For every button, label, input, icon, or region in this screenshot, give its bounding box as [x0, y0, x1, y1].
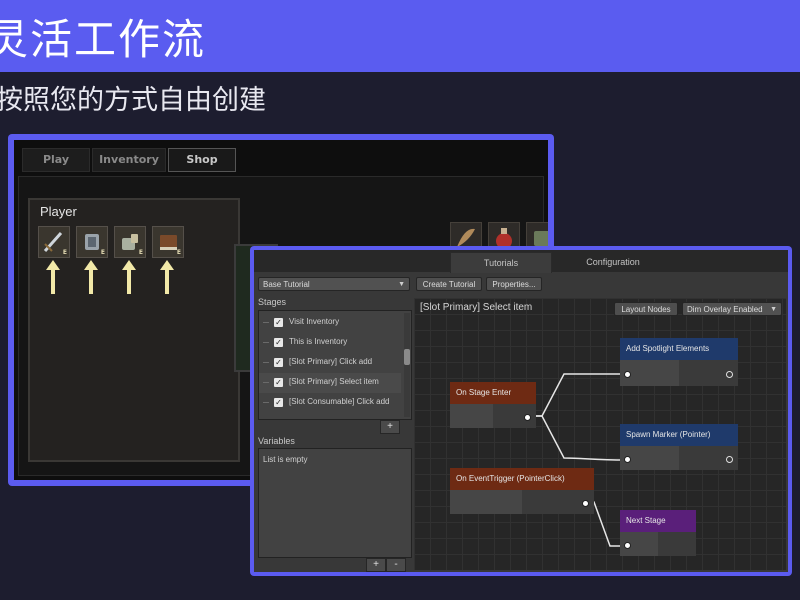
stages-label: Stages — [258, 297, 287, 307]
node-body — [620, 532, 696, 556]
tab-configuration[interactable]: Configuration — [554, 252, 672, 272]
node-title: On EventTrigger (PointerClick) — [450, 468, 594, 490]
add-stage-button[interactable]: + — [380, 420, 400, 434]
stage-item[interactable]: ✓ This is Inventory — [259, 333, 401, 353]
create-tutorial-button[interactable]: Create Tutorial — [416, 277, 482, 291]
variables-label: Variables — [258, 436, 295, 446]
checkbox-checked-icon[interactable]: ✓ — [274, 338, 283, 347]
stages-list: ✓ Visit Inventory ✓ This is Inventory ✓ … — [258, 310, 412, 420]
stages-scrollbar[interactable] — [404, 313, 410, 417]
variables-empty-text: List is empty — [263, 455, 308, 464]
checkbox-checked-icon[interactable]: ✓ — [274, 398, 283, 407]
output-port[interactable] — [582, 500, 589, 507]
game-tabbar: Play Inventory Shop — [22, 148, 236, 172]
equip-slot-chest[interactable]: E — [76, 226, 108, 258]
node-add-spotlight-elements[interactable]: Add Spotlight Elements — [620, 338, 738, 386]
node-next-stage[interactable]: Next Stage — [620, 510, 696, 556]
player-panel: Player E E E E — [28, 198, 240, 462]
editor-tabbar: Tutorials Configuration — [254, 250, 788, 273]
stage-label: [Slot Primary] Click add — [289, 357, 373, 366]
node-title: On Stage Enter — [450, 382, 536, 404]
equip-slot-book[interactable]: E — [152, 226, 184, 258]
checkbox-checked-icon[interactable]: ✓ — [274, 378, 283, 387]
node-on-event-trigger[interactable]: On EventTrigger (PointerClick) — [450, 468, 594, 514]
scrollbar-thumb[interactable] — [404, 349, 410, 365]
equip-slot-weapon[interactable]: E — [38, 226, 70, 258]
node-on-stage-enter[interactable]: On Stage Enter — [450, 382, 536, 428]
output-port[interactable] — [726, 456, 733, 463]
tree-connector — [263, 402, 269, 403]
arrow-up-icon — [160, 260, 174, 294]
equip-slot-hands[interactable]: E — [114, 226, 146, 258]
player-title: Player — [40, 204, 77, 219]
node-body — [620, 360, 738, 386]
tree-connector — [263, 362, 269, 363]
slide-subtitle: 按照您的方式自由创建 — [0, 85, 266, 116]
tab-inventory[interactable]: Inventory — [92, 148, 166, 172]
add-variable-button[interactable]: + — [366, 558, 386, 572]
output-port[interactable] — [524, 414, 531, 421]
remove-variable-button[interactable]: - — [386, 558, 406, 572]
stage-label: [Slot Primary] Select item — [289, 377, 379, 386]
slide-title: 灵活工作流 — [0, 15, 207, 64]
tree-connector — [263, 322, 269, 323]
equipped-badge: E — [100, 249, 105, 256]
stage-item[interactable]: ✓ Visit Inventory — [259, 313, 401, 333]
stage-item-selected[interactable]: ✓ [Slot Primary] Select item — [259, 373, 401, 393]
input-port[interactable] — [624, 456, 631, 463]
node-graph-canvas[interactable]: [Slot Primary] Select item Layout Nodes … — [414, 298, 786, 570]
equipped-badge: E — [62, 249, 67, 256]
stage-label: This is Inventory — [289, 337, 348, 346]
equipped-badge: E — [176, 249, 181, 256]
checkbox-checked-icon[interactable]: ✓ — [274, 318, 283, 327]
tab-tutorials[interactable]: Tutorials — [450, 252, 552, 273]
stage-item[interactable]: ✓ [Slot Consumable] Click add — [259, 393, 401, 413]
tree-connector — [263, 382, 269, 383]
stage-item[interactable]: ✓ [Slot Primary] Click add — [259, 353, 401, 373]
stage-label: [Slot Consumable] Click add — [289, 397, 390, 406]
properties-button[interactable]: Properties... — [486, 277, 542, 291]
chevron-down-icon: ▼ — [398, 281, 405, 288]
tutorial-editor-window: Tutorials Configuration Base Tutorial ▼ … — [250, 246, 792, 576]
arrow-up-icon — [122, 260, 136, 294]
output-port[interactable] — [726, 371, 733, 378]
tutorial-select[interactable]: Base Tutorial ▼ — [258, 277, 410, 291]
editor-content: Tutorials Configuration Base Tutorial ▼ … — [254, 250, 788, 572]
tab-play[interactable]: Play — [22, 148, 90, 172]
editor-toolbar: Base Tutorial ▼ Create Tutorial Properti… — [254, 274, 788, 294]
tutorial-select-value: Base Tutorial — [263, 280, 310, 289]
node-spawn-marker[interactable]: Spawn Marker (Pointer) — [620, 424, 738, 470]
arrow-up-icon — [46, 260, 60, 294]
node-body — [620, 446, 738, 470]
input-port[interactable] — [624, 542, 631, 549]
input-port[interactable] — [624, 371, 631, 378]
tree-connector — [263, 342, 269, 343]
variables-list: List is empty — [258, 448, 412, 558]
node-title: Add Spotlight Elements — [620, 338, 738, 360]
node-body — [450, 490, 594, 514]
node-title: Next Stage — [620, 510, 696, 532]
arrow-up-icon — [84, 260, 98, 294]
tab-shop[interactable]: Shop — [168, 148, 236, 172]
checkbox-checked-icon[interactable]: ✓ — [274, 358, 283, 367]
equipped-badge: E — [138, 249, 143, 256]
node-title: Spawn Marker (Pointer) — [620, 424, 738, 446]
stage-label: Visit Inventory — [289, 317, 340, 326]
